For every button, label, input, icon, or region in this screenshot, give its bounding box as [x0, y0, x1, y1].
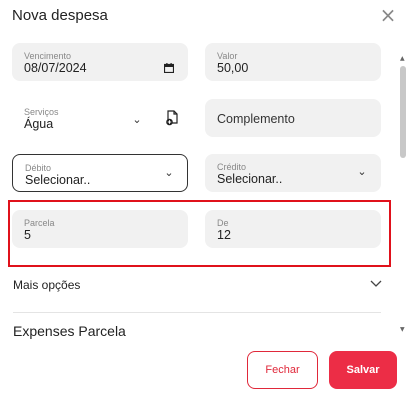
save-button[interactable]: Salvar	[329, 351, 397, 389]
scroll-down-icon[interactable]: ▼	[400, 327, 406, 333]
dialog-header: Nova despesa ×	[0, 0, 411, 36]
more-options-label: Mais opções	[13, 278, 81, 292]
parcela-field[interactable]: Parcela 5	[12, 210, 188, 248]
servicos-label: Serviços	[24, 107, 59, 117]
parcela-value: 5	[24, 228, 31, 242]
cancel-button[interactable]: Fechar	[247, 351, 318, 389]
de-label: De	[217, 218, 229, 228]
chevron-down-icon: ⌄	[164, 166, 174, 179]
servicos-value: Água	[24, 117, 54, 131]
divider	[13, 312, 381, 313]
chevron-down-icon: ⌄	[357, 165, 367, 178]
more-options-toggle[interactable]: Mais opções	[0, 274, 396, 296]
scroll-up-icon[interactable]: ▲	[400, 56, 406, 62]
form-scroll-area[interactable]: Vencimento 08/07/2024 Valor 50,00 Serviç…	[0, 36, 396, 341]
chevron-down-icon: ⌄	[132, 113, 142, 126]
de-value: 12	[217, 228, 231, 242]
calendar-icon[interactable]	[164, 63, 174, 73]
dialog-title: Nova despesa	[12, 7, 108, 24]
debito-label: Débito	[25, 163, 52, 173]
scrollbar[interactable]: ▲ ▼	[398, 56, 408, 340]
document-add-icon[interactable]	[165, 110, 179, 126]
section-title: Expenses Parcela	[13, 323, 126, 339]
vencimento-field[interactable]: Vencimento 08/07/2024	[12, 43, 188, 81]
credito-select[interactable]: Crédito Selecionar.. ⌄	[205, 154, 381, 192]
debito-select[interactable]: Débito Selecionar.. ⌄	[12, 154, 188, 192]
valor-label: Valor	[217, 51, 238, 61]
vencimento-value: 08/07/2024	[24, 61, 87, 75]
credito-label: Crédito	[217, 162, 247, 172]
scrollbar-thumb[interactable]	[400, 66, 406, 158]
servicos-select[interactable]: Serviços Água ⌄	[12, 99, 152, 137]
chevron-down-icon	[369, 276, 383, 290]
complemento-field[interactable]: Complemento	[205, 99, 381, 137]
close-icon[interactable]: ×	[378, 5, 398, 25]
parcela-label: Parcela	[24, 218, 55, 228]
debito-value: Selecionar..	[25, 173, 91, 187]
valor-field[interactable]: Valor 50,00	[205, 43, 381, 81]
complemento-placeholder: Complemento	[217, 112, 295, 126]
vencimento-label: Vencimento	[24, 51, 72, 61]
de-field[interactable]: De 12	[205, 210, 381, 248]
valor-value: 50,00	[217, 61, 249, 75]
credito-value: Selecionar..	[217, 172, 283, 186]
